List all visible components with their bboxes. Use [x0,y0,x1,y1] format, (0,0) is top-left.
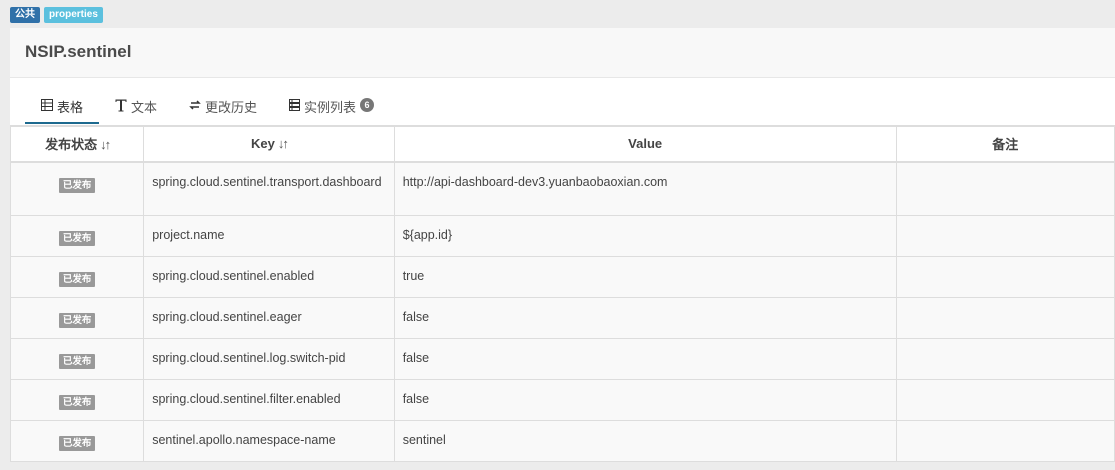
tab-instances-label: 实例列表 [304,100,357,115]
status-badge: 已发布 [58,272,96,287]
tab-text[interactable]: 文本 [99,97,173,124]
tab-table-label: 表格 [57,100,84,115]
value-cell: true [393,256,897,298]
key-cell: spring.cloud.sentinel.enabled [143,256,395,298]
tab-text-label: 文本 [131,100,158,115]
comment-cell [895,161,1115,216]
table-header-row: 发布状态 ↓↑ Key ↓↑ Value 备注 [9,126,1115,163]
key-cell: spring.cloud.sentinel.transport.dashboar… [143,161,395,216]
status-header-label: 发布状态 [45,137,98,153]
table-icon [41,97,53,113]
history-icon [189,97,201,113]
table-row[interactable]: 已发布 sentinel.apollo.namespace-name senti… [9,420,1115,462]
config-table: 发布状态 ↓↑ Key ↓↑ Value 备注 已发布 spring.cloud.s… [9,126,1115,462]
config-table-wrapper: 发布状态 ↓↑ Key ↓↑ Value 备注 已发布 spring.cloud.s… [9,125,1115,462]
tab-instances[interactable]: 实例列表 6 [273,97,390,124]
value-cell: http://api-dashboard-dev3.yuanbaobaoxian… [393,161,897,216]
table-row[interactable]: 已发布 spring.cloud.sentinel.transport.dash… [9,161,1115,216]
value-cell: false [393,338,897,380]
namespace-badges: 公共 properties [10,7,103,23]
status-badge: 已发布 [58,395,96,410]
tab-table[interactable]: 表格 [25,97,100,124]
key-cell: project.name [143,215,395,257]
namespace-panel: NSIP.sentinel 表格 文本 更改历史 实例列表 6 发布状态 ↓↑ … [9,28,1115,462]
value-cell: sentinel [393,420,897,462]
table-row[interactable]: 已发布 project.name ${app.id} [9,215,1115,257]
tab-history[interactable]: 更改历史 [173,97,273,124]
status-badge: 已发布 [58,177,96,193]
status-cell: 已发布 [9,379,145,421]
key-cell: spring.cloud.sentinel.log.switch-pid [143,338,395,380]
comment-cell [895,256,1115,298]
text-icon [115,97,127,113]
instance-count-badge: 6 [360,98,375,112]
status-cell: 已发布 [9,338,145,380]
view-tabs: 表格 文本 更改历史 实例列表 6 [25,97,390,124]
status-cell: 已发布 [9,420,145,462]
table-row[interactable]: 已发布 spring.cloud.sentinel.filter.enabled… [9,379,1115,421]
value-column-header: Value [393,126,897,163]
comment-cell [895,379,1115,421]
status-cell: 已发布 [9,215,145,257]
key-header-label: Key [251,136,275,152]
value-cell: false [393,379,897,421]
comment-cell [895,420,1115,462]
sort-icon[interactable]: ↓↑ [100,137,111,152]
scope-badge: 公共 [10,7,40,23]
panel-header: NSIP.sentinel [10,28,1115,78]
status-cell: 已发布 [9,256,145,298]
comment-cell [895,297,1115,339]
comment-cell [895,338,1115,380]
table-row[interactable]: 已发布 spring.cloud.sentinel.eager false [9,297,1115,339]
status-badge: 已发布 [58,231,96,246]
status-badge: 已发布 [58,313,96,328]
status-badge: 已发布 [58,436,96,451]
value-cell: false [393,297,897,339]
server-list-icon [289,97,301,113]
key-cell: spring.cloud.sentinel.filter.enabled [143,379,395,421]
comment-cell [895,215,1115,257]
sort-icon[interactable]: ↓↑ [278,136,289,151]
status-cell: 已发布 [9,297,145,339]
table-row[interactable]: 已发布 spring.cloud.sentinel.log.switch-pid… [9,338,1115,380]
status-cell: 已发布 [9,161,145,216]
comment-column-header: 备注 [895,126,1115,163]
status-badge: 已发布 [58,354,96,369]
status-column-header[interactable]: 发布状态 ↓↑ [9,126,145,163]
tab-history-label: 更改历史 [205,100,258,115]
value-cell: ${app.id} [393,215,897,257]
key-cell: spring.cloud.sentinel.eager [143,297,395,339]
table-row[interactable]: 已发布 spring.cloud.sentinel.enabled true [9,256,1115,298]
key-cell: sentinel.apollo.namespace-name [143,420,395,462]
format-badge: properties [44,7,103,23]
namespace-title: NSIP.sentinel [25,42,132,61]
key-column-header[interactable]: Key ↓↑ [143,126,395,163]
